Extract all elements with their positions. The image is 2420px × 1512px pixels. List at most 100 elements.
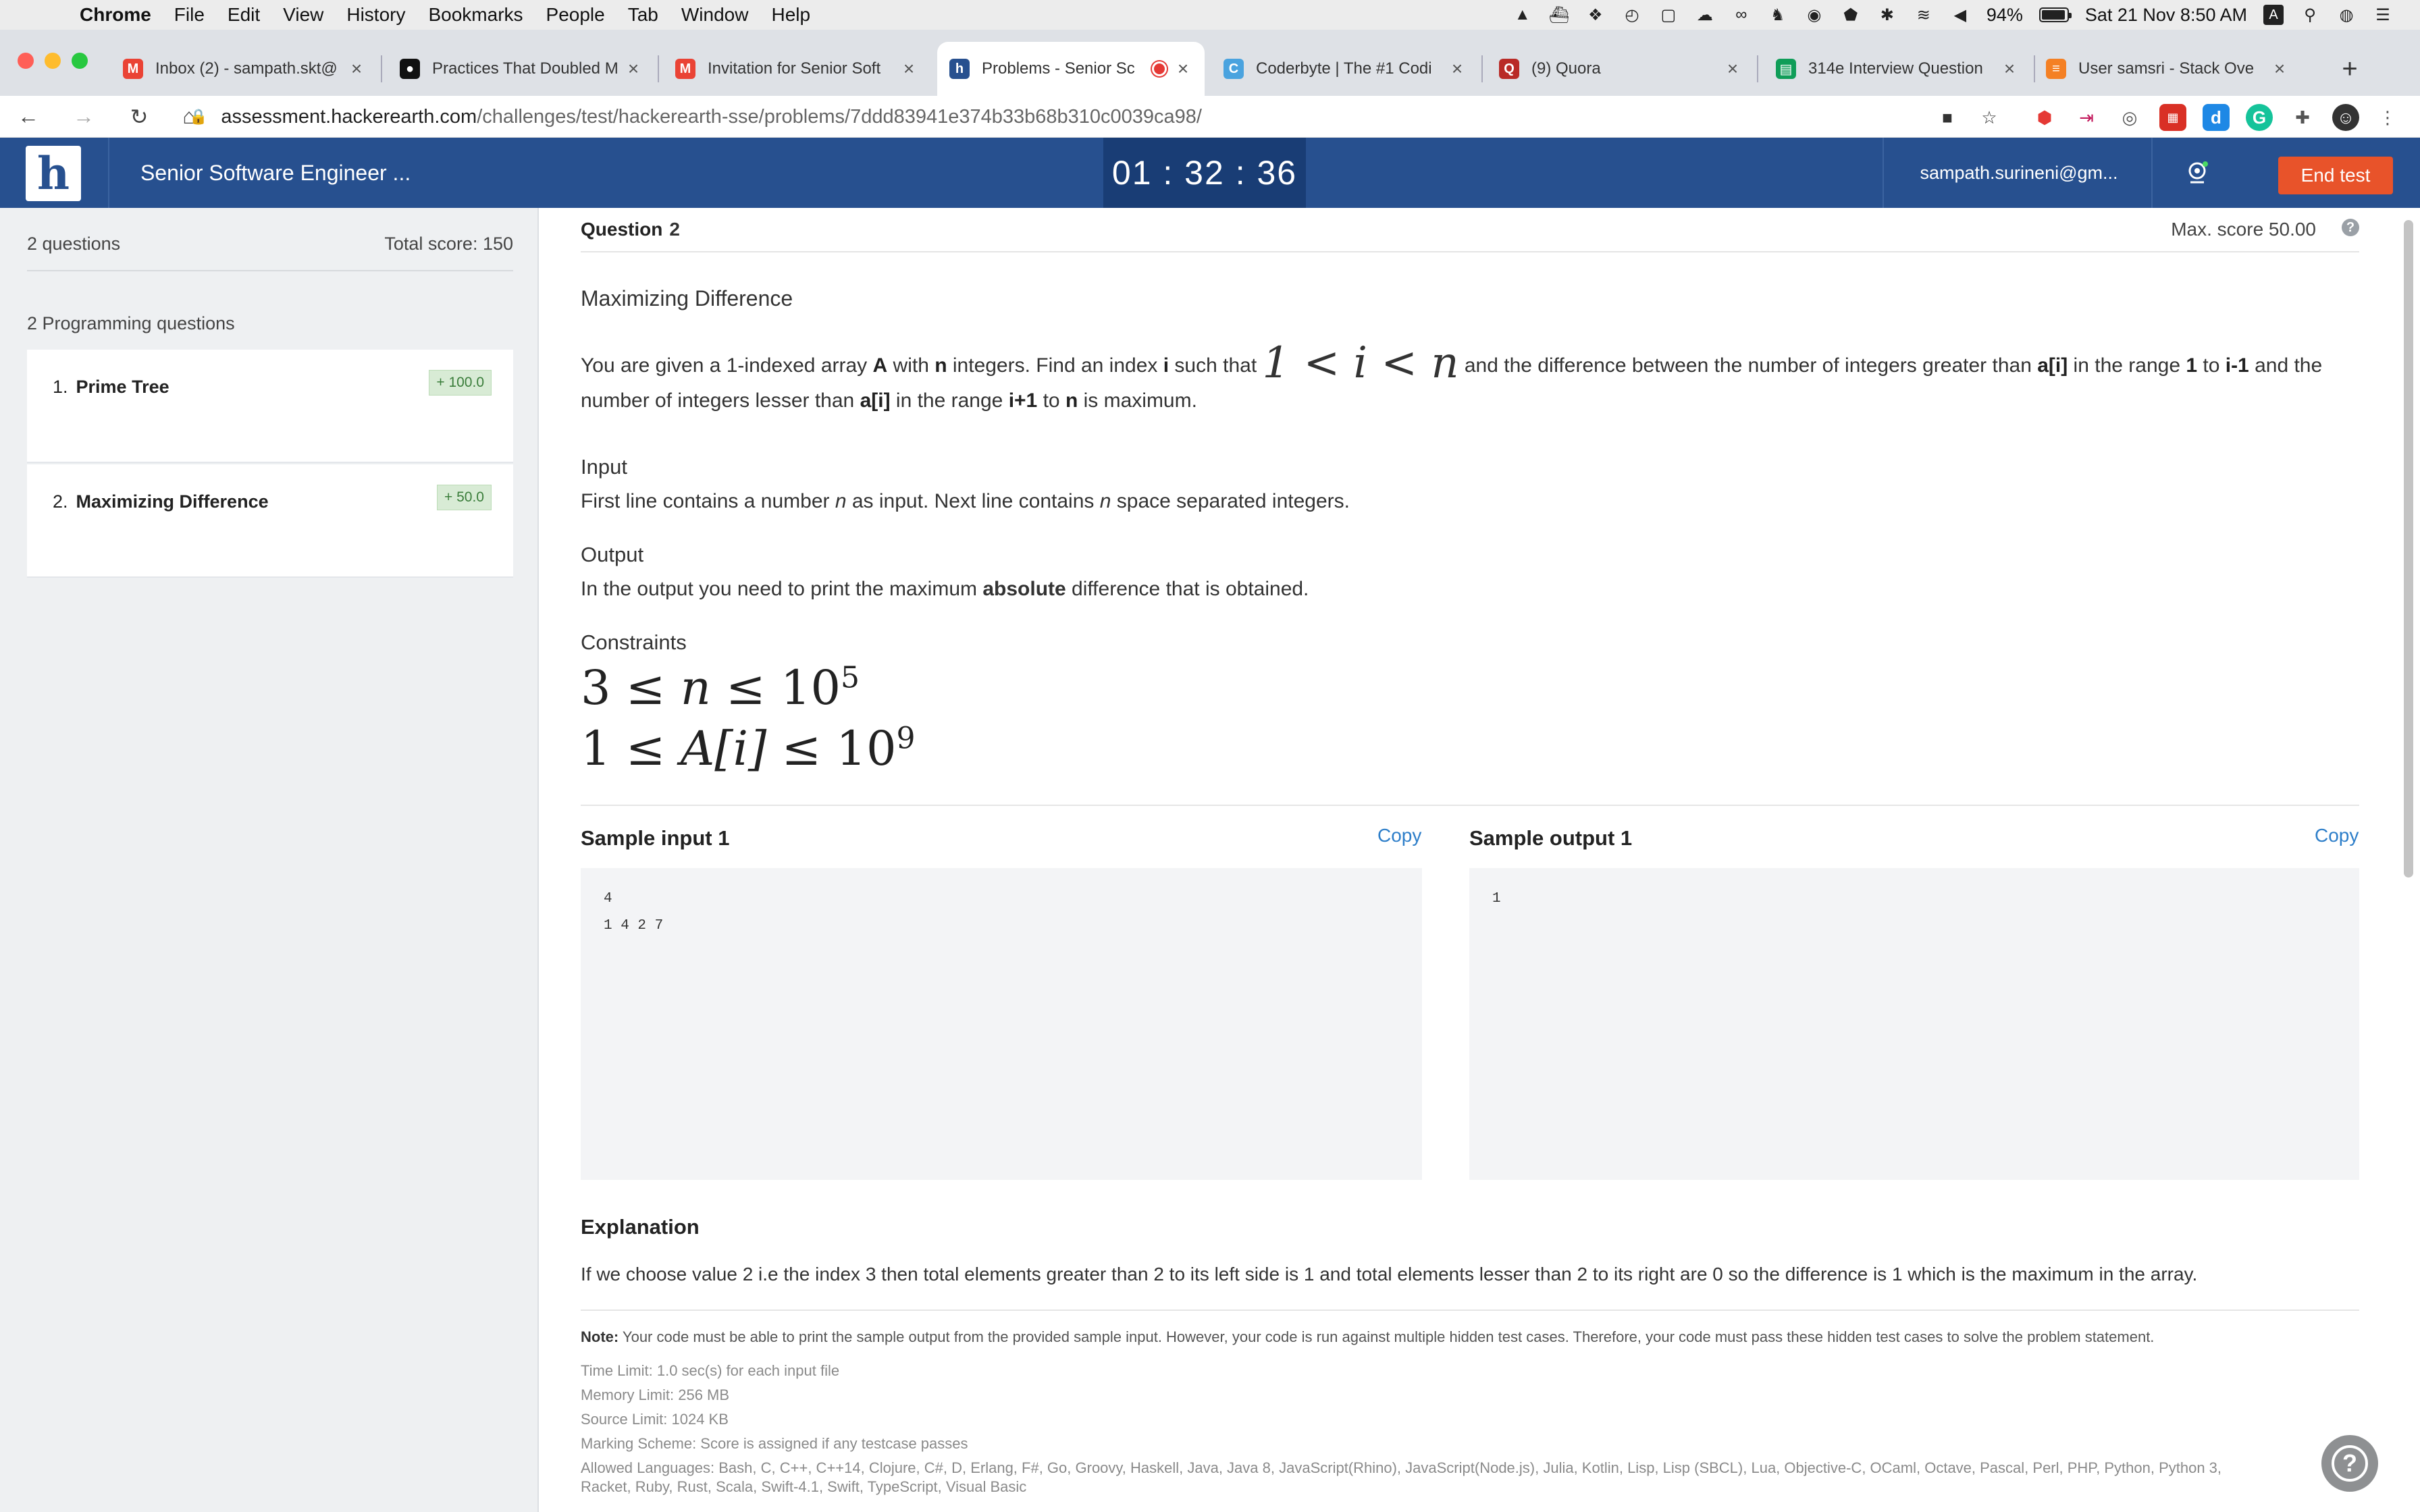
close-tab-icon[interactable]: × [624, 58, 643, 80]
new-tab-button[interactable]: + [2323, 42, 2377, 96]
docker-icon[interactable]: ⛴ [1549, 5, 1569, 25]
close-tab-icon[interactable]: × [1448, 58, 1467, 80]
extension-arrow-icon[interactable]: ⇥ [2073, 104, 2100, 131]
notification-center-icon[interactable]: ☰ [2373, 5, 2393, 25]
window-icon[interactable]: ▢ [1658, 5, 1679, 25]
chrome-menu-icon[interactable]: ⋮ [2374, 104, 2401, 131]
spotlight-icon[interactable]: ⚲ [2300, 5, 2320, 25]
wifi-icon[interactable]: ≋ [1914, 5, 1934, 25]
statement-bold: a[i] [2037, 354, 2068, 377]
sidebar-item-prime-tree[interactable]: 1. Prime Tree + 100.0 [27, 350, 513, 463]
grammarly-icon[interactable]: G [2246, 104, 2273, 131]
copy-sample-input-button[interactable]: Copy [1377, 825, 1421, 846]
bluetooth-icon[interactable]: ✱ [1877, 5, 1897, 25]
close-window-button[interactable] [18, 53, 34, 69]
elephant-icon[interactable]: ♞ [1768, 5, 1788, 25]
browser-tab[interactable]: h Problems - Senior Sc × [937, 42, 1205, 96]
back-icon[interactable]: ← [8, 97, 49, 137]
battery-icon[interactable] [2038, 7, 2072, 22]
clock[interactable]: Sat 21 Nov 8:50 AM [2085, 5, 2247, 26]
input-text: First line contains a number [581, 490, 835, 512]
browser-tab[interactable]: M Invitation for Senior Soft × [663, 42, 930, 96]
close-tab-icon[interactable]: × [347, 58, 366, 80]
menu-people[interactable]: People [546, 4, 605, 26]
menu-file[interactable]: File [174, 4, 205, 26]
problem-title: Maximizing Difference [581, 286, 793, 310]
statement-bold: i-1 [2225, 354, 2249, 377]
note: Note: Your code must be able to print th… [581, 1328, 2359, 1346]
menu-app-chrome[interactable]: Chrome [80, 4, 151, 26]
browser-tab[interactable]: M Inbox (2) - sampath.skt@ × [111, 42, 378, 96]
webcam-icon[interactable] [2181, 157, 2213, 189]
question-sidebar: 2 questions Total score: 150 2 Programmi… [0, 208, 539, 1512]
menu-help[interactable]: Help [771, 4, 810, 26]
glasses-icon[interactable]: ∞ [1731, 5, 1752, 25]
help-icon[interactable]: ? [2342, 219, 2359, 236]
lock-icon[interactable]: 🔒 [189, 108, 207, 126]
dropbox-icon[interactable]: ❖ [1585, 5, 1606, 25]
statement-text: integers. Find an index [947, 354, 1163, 377]
math-variable: n [835, 490, 847, 512]
end-test-button[interactable]: End test [2278, 157, 2393, 194]
reload-icon[interactable]: ↻ [119, 97, 159, 137]
vlc-icon[interactable]: ▲ [1512, 5, 1533, 25]
ghostery-icon[interactable]: ◎ [2116, 104, 2143, 131]
menu-tab[interactable]: Tab [628, 4, 658, 26]
sample-input-box[interactable]: 4 1 4 2 7 [581, 868, 1422, 1180]
input-source-icon[interactable]: A [2263, 5, 2284, 25]
close-tab-icon[interactable]: × [1174, 58, 1192, 80]
browser-tab[interactable]: Q (9) Quora × [1487, 42, 1754, 96]
user-email[interactable]: sampath.surineni@gm... [1884, 138, 2154, 208]
cloud-icon[interactable]: ☁ [1695, 5, 1715, 25]
menu-window[interactable]: Window [681, 4, 749, 26]
menu-bookmarks[interactable]: Bookmarks [428, 4, 523, 26]
sidebar-item-maximizing-difference[interactable]: 2. Maximizing Difference + 50.0 [27, 464, 513, 578]
menu-history[interactable]: History [346, 4, 405, 26]
constraint-variable: A[i] [680, 721, 767, 776]
close-tab-icon[interactable]: × [1723, 58, 1742, 80]
record-icon[interactable]: ◉ [1804, 5, 1824, 25]
constraint-rhs: ≤ 10 [710, 660, 841, 716]
menu-edit[interactable]: Edit [228, 4, 260, 26]
adblock-icon[interactable]: ⬢ [2031, 104, 2058, 131]
scrollbar[interactable] [2404, 220, 2413, 878]
macos-menubar: Chrome File Edit View History Bookmarks … [0, 0, 2420, 30]
statement-bold: a[i] [860, 389, 891, 412]
constraint-rhs: ≤ 10 [766, 721, 897, 776]
explanation-text: If we choose value 2 i.e the index 3 the… [581, 1264, 2198, 1285]
tab-separator [1481, 55, 1483, 82]
menu-view[interactable]: View [283, 4, 323, 26]
minimize-window-button[interactable] [45, 53, 61, 69]
bookmark-star-icon[interactable]: ☆ [1976, 104, 2003, 131]
constraint-exponent: 5 [841, 660, 860, 695]
question-title: Maximizing Difference [76, 491, 269, 512]
sample-output-box[interactable]: 1 [1469, 868, 2359, 1180]
time-machine-icon[interactable]: ◴ [1622, 5, 1642, 25]
hackerearth-logo[interactable]: h [26, 146, 81, 201]
help-chat-button[interactable]: ? [2321, 1435, 2378, 1492]
dictionary-icon[interactable]: d [2203, 104, 2230, 131]
browser-tab[interactable]: ≡ User samsri - Stack Ove × [2034, 42, 2301, 96]
max-score: Max. score 50.00 [2171, 219, 2316, 240]
browser-tab[interactable]: C Coderbyte | The #1 Codi × [1211, 42, 1479, 96]
copy-sample-output-button[interactable]: Copy [2315, 825, 2359, 846]
statement-text: with [887, 354, 935, 377]
siri-icon[interactable]: ◍ [2336, 5, 2357, 25]
volume-icon[interactable]: ◀ [1950, 5, 1970, 25]
extensions-puzzle-icon[interactable]: ✚ [2289, 104, 2316, 131]
fullscreen-window-button[interactable] [72, 53, 88, 69]
close-tab-icon[interactable]: × [2270, 58, 2289, 80]
todoist-icon[interactable]: ▦ [2159, 104, 2186, 131]
close-tab-icon[interactable]: × [899, 58, 918, 80]
shield-icon[interactable]: ⬟ [1841, 5, 1861, 25]
browser-tab[interactable]: ▤ 314e Interview Question × [1764, 42, 2031, 96]
camera-icon[interactable]: ■ [1934, 104, 1961, 131]
browser-tab[interactable]: ● Practices That Doubled M × [388, 42, 655, 96]
forward-icon[interactable]: → [63, 97, 104, 137]
explanation-heading: Explanation [581, 1215, 700, 1239]
note-label: Note: [581, 1328, 619, 1345]
profile-avatar[interactable]: ☺ [2332, 104, 2359, 131]
tab-separator [381, 55, 382, 82]
address-bar[interactable]: 🔒 assessment.hackerearth.com/challenges/… [189, 100, 1918, 134]
close-tab-icon[interactable]: × [2000, 58, 2019, 80]
